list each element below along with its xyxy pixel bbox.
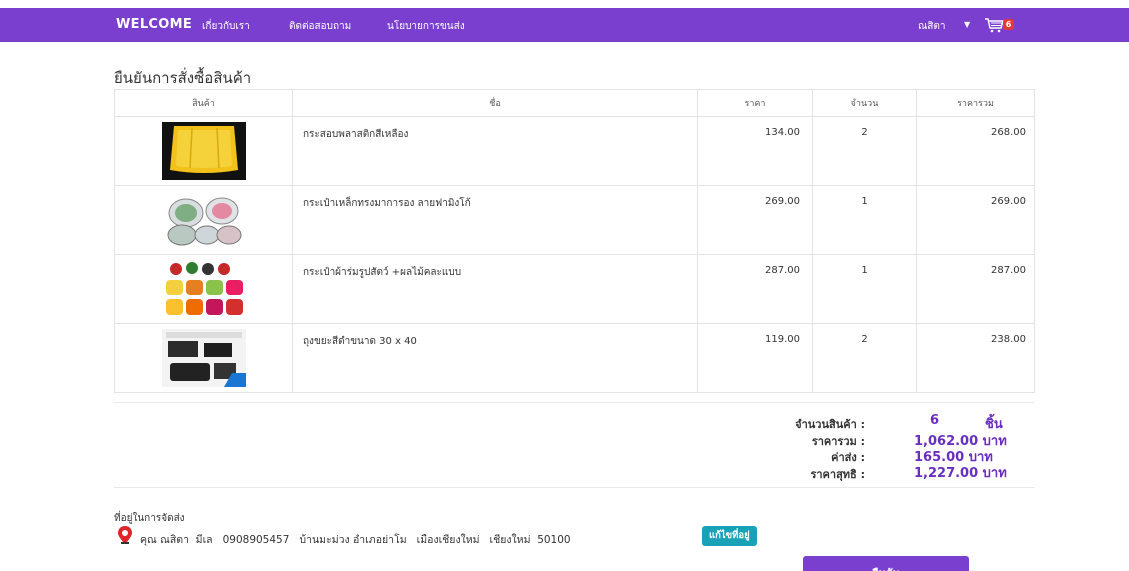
product-image-cell [114, 254, 293, 324]
product-name: กระเป๋าผ้าร่มรูปสัตว์ +ผลไม้คละแบบ [292, 254, 698, 324]
product-image-yellow-bag [161, 122, 246, 180]
header-total: ราคารวม [916, 89, 1035, 117]
summary-count-value: 6 [930, 413, 940, 428]
shipping-address-text: คุณ ณสิตา มีเล 0908905457 บ้านมะม่วง อำเ… [140, 534, 571, 546]
brand-link[interactable]: WELCOME [116, 17, 192, 32]
product-price: 134.00 [697, 116, 813, 186]
nav-link-shipping-policy[interactable]: นโยบายการขนส่ง [387, 19, 465, 34]
summary-net-label: ราคาสุทธิ : [810, 468, 865, 481]
product-image-cell [114, 185, 293, 255]
summary-net-value: 1,227.00 บาท [914, 466, 1007, 481]
product-image-tin-box [161, 191, 246, 249]
user-menu[interactable]: ณสิตา [918, 19, 946, 34]
shipping-address-title: ที่อยู่ในการจัดส่ง [114, 513, 185, 524]
product-image-cell [114, 116, 293, 186]
product-price: 287.00 [697, 254, 813, 324]
product-total: 269.00 [916, 185, 1035, 255]
product-total: 287.00 [916, 254, 1035, 324]
nav-link-contact[interactable]: ติดต่อสอบถาม [289, 19, 351, 34]
caret-down-icon[interactable]: ▼ [964, 20, 970, 29]
divider [114, 487, 1034, 488]
summary-count-label: จำนวนสินค้า : [795, 418, 865, 431]
table-row: กระเป๋าผ้าร่มรูปสัตว์ +ผลไม้คละแบบ 287.0… [114, 254, 1035, 324]
product-qty: 2 [812, 323, 917, 393]
header-price: ราคา [697, 89, 813, 117]
summary-shipping-label: ค่าส่ง : [831, 451, 865, 464]
divider [114, 402, 1034, 403]
product-name: กระเป๋าเหล็กทรงมาการอง ลายฟามิงโก้ [292, 185, 698, 255]
table-row: ถุงขยะสีดำขนาด 30 x 40 119.00 2 238.00 [114, 323, 1035, 393]
product-image-fruit-bags [161, 260, 246, 318]
product-image-cell [114, 323, 293, 393]
table-header-row: สินค้า ชื่อ ราคา จำนวน ราคารวม [114, 89, 1035, 117]
cart-button[interactable]: 6 [984, 16, 1028, 36]
table-row: กระสอบพลาสติกสีเหลือง 134.00 2 268.00 [114, 116, 1035, 186]
cart-count-badge: 6 [1003, 19, 1014, 30]
product-total: 268.00 [916, 116, 1035, 186]
confirm-order-button[interactable]: ยืนยัน [803, 556, 969, 571]
top-navbar: WELCOME เกี่ยวกับเรา ติดต่อสอบถาม นโยบาย… [0, 8, 1129, 42]
product-name: กระสอบพลาสติกสีเหลือง [292, 116, 698, 186]
product-total: 238.00 [916, 323, 1035, 393]
page-title: ยืนยันการสั่งซื้อสินค้า [114, 69, 252, 87]
header-name: ชื่อ [292, 89, 698, 117]
product-qty: 2 [812, 116, 917, 186]
product-qty: 1 [812, 254, 917, 324]
product-price: 269.00 [697, 185, 813, 255]
table-row: กระเป๋าเหล็กทรงมาการอง ลายฟามิงโก้ 269.0… [114, 185, 1035, 255]
product-qty: 1 [812, 185, 917, 255]
edit-address-button[interactable]: แก้ไขที่อยู่ [702, 526, 757, 546]
order-table: สินค้า ชื่อ ราคา จำนวน ราคารวม กระสอบพลา… [114, 89, 1035, 393]
product-name: ถุงขยะสีดำขนาด 30 x 40 [292, 323, 698, 393]
product-price: 119.00 [697, 323, 813, 393]
nav-link-about[interactable]: เกี่ยวกับเรา [202, 19, 250, 34]
product-image-garbage-bags [161, 329, 246, 387]
header-qty: จำนวน [812, 89, 917, 117]
header-product: สินค้า [114, 89, 293, 117]
map-pin-icon [118, 526, 132, 547]
